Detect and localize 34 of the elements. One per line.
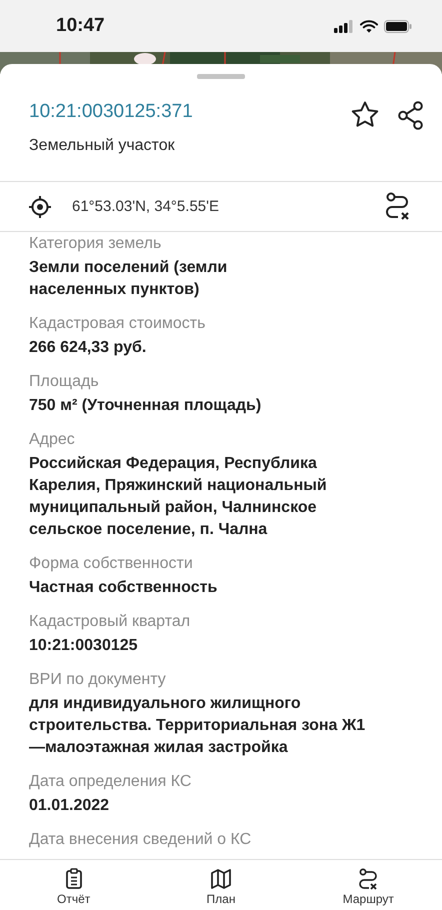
map-icon (210, 868, 232, 890)
drag-handle[interactable] (197, 74, 245, 79)
field-label: Форма собственности (29, 554, 194, 574)
field-label: ВРИ по документу (29, 670, 167, 690)
field-label: Кадастровый квартал (29, 612, 192, 632)
status-time: 10:47 (56, 15, 105, 37)
share-icon[interactable] (397, 101, 424, 130)
tab-bar-item[interactable]: Маршрут (313, 860, 424, 910)
coordinates-text: 61°53.03'N, 34°5.55'E (72, 198, 220, 215)
field-label: Кадастровая стоимость (29, 314, 206, 334)
field-value: Земли поселений (земли населенных пунктов) (29, 258, 228, 300)
field-label: Категория земель (29, 234, 162, 254)
route-cancel-icon (357, 868, 380, 890)
field-label: Дата внесения сведений о КС (29, 830, 252, 850)
field-value: Российская Федерация, Республика Карелия, Пряжинский национальный муниципальный район, Чалнинское сельское поселение, п. Чална (29, 454, 328, 540)
signal-icon (334, 20, 354, 32)
route-cancel-icon[interactable] (384, 192, 412, 222)
object-type: Земельный участок (29, 137, 176, 155)
star-icon[interactable] (351, 101, 379, 128)
cadastral-number: 10:21:0030125:371 (29, 101, 193, 123)
field-value: Частная собственность (29, 578, 218, 598)
field-value: для индивидуального жилищного строительства. Территориальная зона Ж1 —малоэтажная жилая застройка (29, 694, 366, 758)
field-label: Адрес (29, 430, 76, 450)
field-label: Дата определения КС (29, 772, 192, 792)
tab-bar-item[interactable]: Отчёт (18, 860, 129, 910)
location-target-icon (28, 194, 52, 218)
field-value: 10:21:0030125 (29, 636, 139, 656)
field-value: 01.01.2022 (29, 796, 110, 816)
field-value: 750 м² (Уточненная площадь) (29, 396, 262, 416)
field-value: 266 624,33 руб. (29, 338, 148, 358)
wifi-icon (360, 20, 378, 32)
tab-bar-item[interactable]: План (166, 860, 276, 910)
battery-icon (384, 20, 412, 32)
field-label: Площадь (29, 372, 100, 392)
